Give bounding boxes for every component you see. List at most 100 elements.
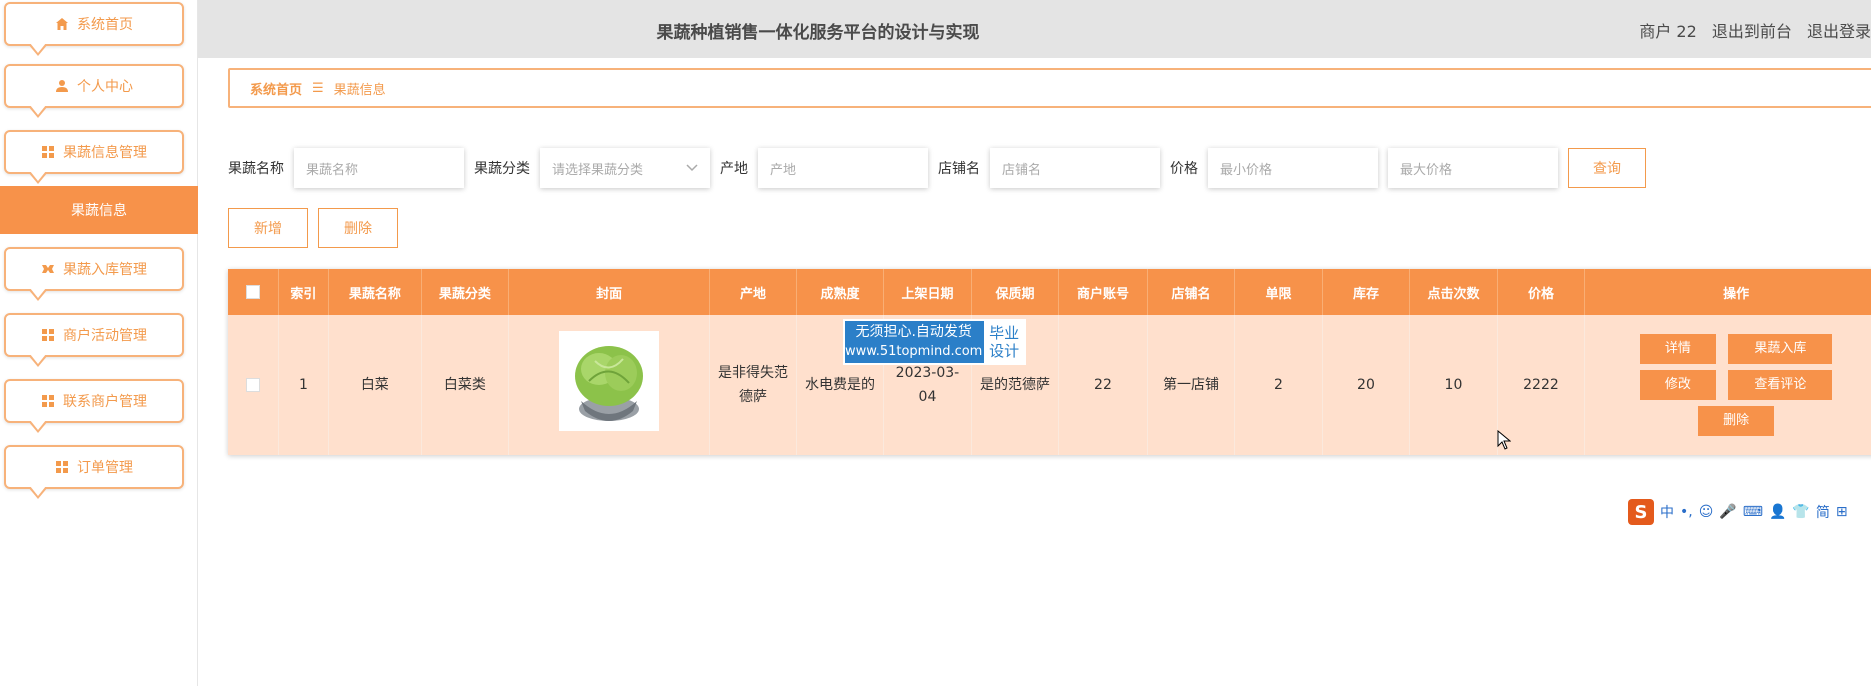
column-header: 产地 [709,269,797,315]
ime-skin-icon[interactable]: 👕 [1792,504,1809,520]
shop-label: 店铺名 [938,161,980,177]
grid-icon [56,461,68,473]
add-button[interactable]: 新增 [228,208,308,248]
watermark-badge-line2: 设计 [989,342,1020,360]
cell-category: 白菜类 [421,315,510,455]
cell-merchant: 22 [1058,315,1148,455]
user-icon [56,80,68,92]
min-price-input[interactable]: 最小价格 [1208,148,1378,188]
sidebar-item-home[interactable]: 系统首页 [4,2,184,56]
chevron-down-icon [686,164,698,172]
row-checkbox[interactable] [245,378,260,392]
cell-name: 白菜 [328,315,422,455]
row-delete-button[interactable]: 删除 [1698,406,1775,436]
cell-index: 1 [278,315,330,455]
batch-delete-button[interactable]: 删除 [318,208,398,248]
sogou-logo-icon[interactable]: S [1628,499,1654,525]
grid-icon [42,146,54,158]
top-header: 果蔬种植销售一体化服务平台的设计与实现 商户 22 退出到前台 退出登录 [198,0,1871,58]
sidebar-item-label: 订单管理 [77,460,133,476]
home-icon [56,18,68,30]
cell-operations: 详情 果蔬入库 修改 查看评论 删除 [1584,315,1871,455]
sidebar-item-label: 果蔬信息管理 [63,145,147,161]
column-header: 点击次数 [1409,269,1498,315]
sidebar-item-label: 联系商户管理 [63,394,147,410]
ime-user-icon[interactable]: 👤 [1769,504,1786,520]
category-label: 果蔬分类 [474,161,530,177]
ime-toolbar: S 中 •, ☺ 🎤 ⌨ 👤 👕 简 ⊞ [1624,497,1871,527]
edit-button[interactable]: 修改 [1639,370,1716,400]
column-header: 库存 [1322,269,1411,315]
stock-in-button[interactable]: 果蔬入库 [1728,334,1833,364]
cell-clicks: 10 [1409,315,1498,455]
query-button[interactable]: 查询 [1568,148,1646,188]
column-header: 索引 [278,269,330,315]
table-row: 1 白菜 白菜类 是非得失范德萨 水电费是的 2023-03-04 是的范德萨 … [228,315,1871,455]
name-input[interactable]: 果蔬名称 [294,148,464,188]
sidebar-item-profile[interactable]: 个人中心 [4,64,184,118]
ime-voice-icon[interactable]: 🎤 [1719,504,1736,520]
ime-mode-icon[interactable]: 中 [1660,502,1674,522]
page-title: 果蔬种植销售一体化服务平台的设计与实现 [656,23,980,43]
cell-origin: 是非得失范德萨 [709,315,797,455]
box-icon [42,265,54,273]
select-all-cell [228,269,279,315]
breadcrumb-current: 果蔬信息 [333,82,386,98]
cabbage-image [559,331,660,431]
column-header: 价格 [1497,269,1586,315]
current-user: 商户 22 [1639,22,1697,41]
ime-keyboard-icon[interactable]: ⌨ [1743,504,1763,520]
logout-link[interactable]: 退出登录 [1807,22,1871,41]
action-bar: 新增 删除 [228,208,408,248]
exit-to-frontend-link[interactable]: 退出到前台 [1712,22,1792,41]
price-label: 价格 [1170,161,1198,177]
sidebar-item-stock-in-management[interactable]: 果蔬入库管理 [4,247,184,301]
header-user-area: 商户 22 退出到前台 退出登录 [1629,18,1871,42]
cell-limit: 2 [1234,315,1323,455]
view-reviews-button[interactable]: 查看评论 [1728,370,1833,400]
sidebar-item-label: 系统首页 [77,17,133,33]
breadcrumb-home[interactable]: 系统首页 [250,79,302,98]
column-header: 商户账号 [1058,269,1148,315]
breadcrumb-separator-icon: ☰ [312,80,324,96]
column-header: 操作 [1584,269,1871,315]
origin-input[interactable]: 产地 [758,148,928,188]
sidebar: 系统首页 个人中心 果蔬信息管理 果蔬信息 果蔬入库管理 商户活动管理 联系商户… [0,0,198,686]
column-header: 果蔬名称 [328,269,422,315]
sidebar-item-order-management[interactable]: 订单管理 [4,445,184,499]
sidebar-item-label: 果蔬入库管理 [63,262,147,278]
sidebar-item-label: 个人中心 [77,79,133,95]
search-bar: 果蔬名称 果蔬名称 果蔬分类 请选择果蔬分类 产地 产地 店铺名 店铺名 价格 … [228,148,1646,188]
mouse-cursor-icon [1497,430,1511,450]
sidebar-subitem-produce-info[interactable]: 果蔬信息 [0,186,198,234]
watermark-badge-line1: 毕业 [989,324,1020,342]
ime-emoji-icon[interactable]: ☺ [1699,504,1714,520]
column-header: 上架日期 [883,269,972,315]
watermark-line2: www.51topmind.com [845,344,983,359]
grid-icon [42,329,54,341]
origin-label: 产地 [720,161,748,177]
grid-icon [42,395,54,407]
select-all-checkbox[interactable] [245,285,260,299]
sidebar-item-activity-management[interactable]: 商户活动管理 [4,313,184,367]
shop-input[interactable]: 店铺名 [990,148,1160,188]
category-select-placeholder: 请选择果蔬分类 [552,162,644,178]
cell-shop: 第一店铺 [1147,315,1236,455]
column-header: 成熟度 [796,269,885,315]
column-header: 单限 [1234,269,1323,315]
category-select[interactable]: 请选择果蔬分类 [540,148,710,188]
max-price-input[interactable]: 最大价格 [1388,148,1558,188]
column-header: 封面 [508,269,711,315]
sidebar-item-produce-management[interactable]: 果蔬信息管理 [4,130,184,184]
ime-simplified-icon[interactable]: 简 [1816,502,1830,522]
ime-punct-icon[interactable]: •, [1680,504,1693,520]
cell-stock: 20 [1322,315,1411,455]
produce-table: 索引 果蔬名称 果蔬分类 封面 产地 成熟度 上架日期 保质期 商户账号 店铺名… [228,269,1871,455]
breadcrumb: 系统首页 ☰ 果蔬信息 [228,68,1871,108]
sidebar-item-label: 商户活动管理 [63,328,147,344]
sidebar-item-contact-management[interactable]: 联系商户管理 [4,379,184,433]
cabbage-cover-image[interactable] [559,331,660,431]
detail-button[interactable]: 详情 [1639,334,1716,364]
ime-menu-icon[interactable]: ⊞ [1836,504,1848,520]
column-header: 店铺名 [1147,269,1236,315]
